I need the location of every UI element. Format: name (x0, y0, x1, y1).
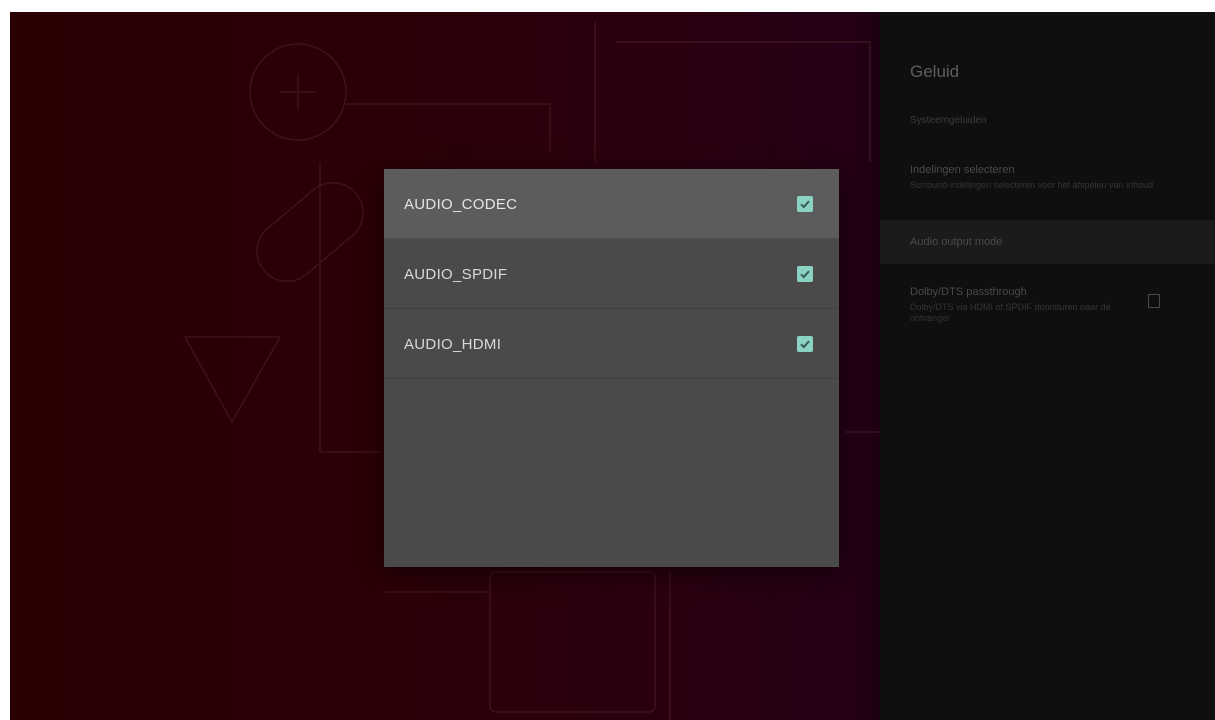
setting-audio-output-mode[interactable]: Audio output mode (880, 220, 1215, 264)
option-label: AUDIO_CODEC (404, 196, 518, 213)
checkbox-checked-icon[interactable] (797, 196, 813, 212)
setting-description: Surround-indelingen selecteren voor het … (910, 180, 1154, 190)
panel-title: Geluid (910, 62, 960, 81)
option-audio-hdmi[interactable]: AUDIO_HDMI (384, 309, 839, 379)
option-audio-codec[interactable]: AUDIO_CODEC (384, 169, 839, 239)
setting-title: Indelingen selecteren (910, 164, 1015, 176)
option-audio-spdif[interactable]: AUDIO_SPDIF (384, 239, 839, 309)
setting-select-formats[interactable]: Indelingen selecteren Surround-indelinge… (880, 152, 1215, 214)
audio-output-dialog: AUDIO_CODEC AUDIO_SPDIF AUDIO_HDMI (384, 169, 839, 567)
setting-title: Audio output mode (910, 236, 1003, 248)
setting-description: Dolby/DTS via HDMI of SPDIF doorsturen n… (910, 302, 1111, 323)
checkbox-checked-icon[interactable] (797, 266, 813, 282)
passthrough-checkbox[interactable] (1148, 294, 1160, 308)
tv-screen: Geluid Systeemgeluiden Indelingen select… (10, 12, 1215, 720)
setting-title: Dolby/DTS passthrough (910, 286, 1027, 298)
option-label: AUDIO_SPDIF (404, 266, 508, 283)
checkbox-checked-icon[interactable] (797, 336, 813, 352)
setting-passthrough[interactable]: Dolby/DTS passthrough Dolby/DTS via HDMI… (880, 274, 1215, 344)
panel-subtitle: Systeemgeluiden (910, 115, 987, 126)
sound-settings-panel: Geluid Systeemgeluiden Indelingen select… (880, 12, 1215, 720)
option-label: AUDIO_HDMI (404, 336, 502, 353)
